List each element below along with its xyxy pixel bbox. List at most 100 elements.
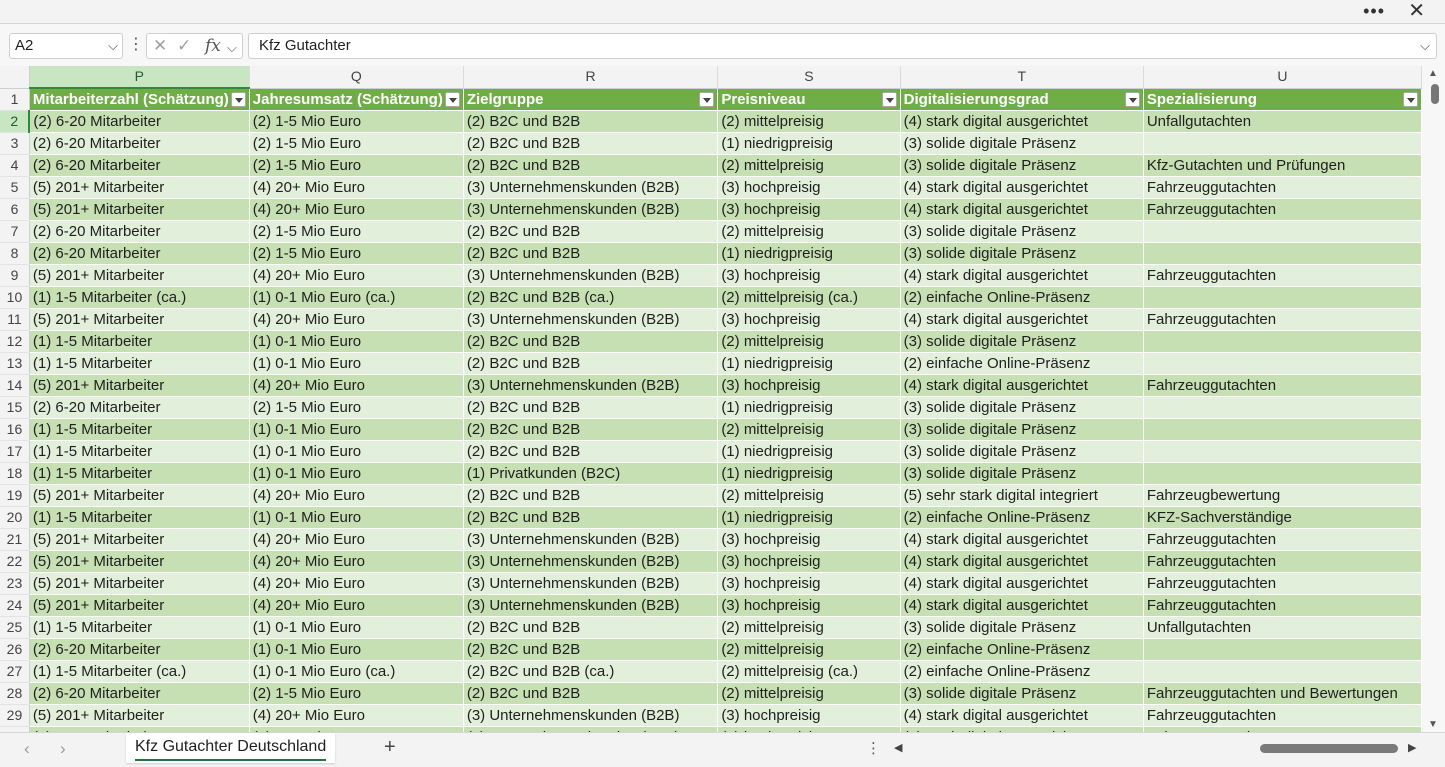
table-cell[interactable]: (2) einfache Online-Präsenz <box>900 506 1144 529</box>
table-cell[interactable]: (1) 1-5 Mitarbeiter <box>29 440 250 463</box>
table-cell[interactable]: (3) hochpreisig <box>717 572 901 595</box>
vertical-scrollbar[interactable]: ▲ ▼ <box>1422 66 1445 732</box>
table-cell[interactable]: (4) 20+ Mio Euro <box>249 594 464 617</box>
table-cell[interactable]: (1) 0-1 Mio Euro (ca.) <box>249 660 464 683</box>
table-cell[interactable]: Fahrzeuggutachten <box>1143 594 1422 617</box>
row-header[interactable]: 5 <box>0 176 30 199</box>
table-cell[interactable]: (3) solide digitale Präsenz <box>900 462 1144 485</box>
table-cell[interactable]: (1) 0-1 Mio Euro <box>249 506 464 529</box>
table-cell[interactable]: (4) 20+ Mio Euro <box>249 704 464 727</box>
table-cell[interactable]: (3) Unternehmenskunden (B2B) <box>463 176 719 199</box>
table-cell[interactable]: (1) niedrigpreisig <box>717 396 901 419</box>
table-cell[interactable]: (3) Unternehmenskunden (B2B) <box>463 704 719 727</box>
row-header[interactable]: 18 <box>0 462 30 485</box>
row-header[interactable]: 19 <box>0 484 30 507</box>
table-cell[interactable]: (2) 6-20 Mitarbeiter <box>29 154 250 177</box>
table-cell[interactable]: (2) 6-20 Mitarbeiter <box>29 220 250 243</box>
row-header[interactable]: 16 <box>0 418 30 441</box>
table-cell[interactable]: (5) 201+ Mitarbeiter <box>29 198 250 221</box>
column-header-p[interactable]: P <box>29 66 250 89</box>
table-cell[interactable]: (5) 201+ Mitarbeiter <box>29 264 250 287</box>
table-cell[interactable]: (5) 201+ Mitarbeiter <box>29 374 250 397</box>
header-cell[interactable]: Mitarbeiterzahl (Schätzung) <box>29 88 250 111</box>
table-cell[interactable]: (4) stark digital ausgerichtet <box>900 704 1144 727</box>
table-cell[interactable]: (5) 201+ Mitarbeiter <box>29 484 250 507</box>
table-cell[interactable]: (2) einfache Online-Präsenz <box>900 286 1144 309</box>
table-cell[interactable]: (1) Privatkunden (B2C) <box>463 462 719 485</box>
row-header[interactable]: 13 <box>0 352 30 375</box>
table-cell[interactable]: (3) hochpreisig <box>717 550 901 573</box>
table-cell[interactable]: Unfallgutachten <box>1143 110 1422 133</box>
table-cell[interactable]: (4) 20+ Mio Euro <box>249 550 464 573</box>
cell-grid[interactable]: PQRSTU 1 Mitarbeiterzahl (Schätzung) Jahr… <box>0 66 1422 732</box>
header-cell[interactable]: Preisniveau <box>717 88 901 111</box>
table-cell[interactable]: (2) 6-20 Mitarbeiter <box>29 682 250 705</box>
table-cell[interactable]: (5) 201+ Mitarbeiter <box>29 550 250 573</box>
row-header[interactable]: 17 <box>0 440 30 463</box>
table-cell[interactable]: (2) 6-20 Mitarbeiter <box>29 132 250 155</box>
table-cell[interactable]: (2) einfache Online-Präsenz <box>900 638 1144 661</box>
check-icon[interactable]: ✓ <box>177 35 191 57</box>
table-cell[interactable]: (2) 1-5 Mio Euro <box>249 132 464 155</box>
table-cell[interactable]: (2) mittelpreisig <box>717 484 901 507</box>
row-header[interactable]: 24 <box>0 594 30 617</box>
table-cell[interactable]: (1) 0-1 Mio Euro (ca.) <box>249 286 464 309</box>
row-header[interactable]: 1 <box>0 88 30 111</box>
table-cell[interactable]: (1) 1-5 Mitarbeiter <box>29 616 250 639</box>
table-cell[interactable]: (4) stark digital ausgerichtet <box>900 264 1144 287</box>
scroll-left-icon[interactable]: ◀ <box>894 741 902 754</box>
table-cell[interactable]: Fahrzeuggutachten <box>1143 550 1422 573</box>
table-cell[interactable]: (2) 1-5 Mio Euro <box>249 154 464 177</box>
vertical-dots-icon[interactable]: ⋮ <box>128 34 144 56</box>
table-cell[interactable]: (2) 1-5 Mio Euro <box>249 396 464 419</box>
table-cell[interactable]: (1) niedrigpreisig <box>717 440 901 463</box>
table-cell[interactable]: (1) 0-1 Mio Euro <box>249 638 464 661</box>
table-cell[interactable]: (4) stark digital ausgerichtet <box>900 198 1144 221</box>
table-cell[interactable]: Fahrzeuggutachten <box>1143 572 1422 595</box>
table-cell[interactable]: (3) hochpreisig <box>717 704 901 727</box>
more-options-icon[interactable]: ••• <box>1363 1 1385 21</box>
table-cell[interactable]: (1) 1-5 Mitarbeiter <box>29 352 250 375</box>
table-cell[interactable]: (2) 1-5 Mio Euro <box>249 682 464 705</box>
row-header[interactable]: 4 <box>0 154 30 177</box>
table-cell[interactable]: (5) 201+ Mitarbeiter <box>29 594 250 617</box>
table-cell[interactable]: (1) 0-1 Mio Euro <box>249 352 464 375</box>
table-cell[interactable]: (3) solide digitale Präsenz <box>900 330 1144 353</box>
table-cell[interactable] <box>1143 660 1422 683</box>
row-header[interactable]: 2 <box>0 110 31 133</box>
table-cell[interactable]: (2) mittelpreisig <box>717 682 901 705</box>
table-cell[interactable]: (4) 20+ Mio Euro <box>249 374 464 397</box>
table-cell[interactable]: (3) hochpreisig <box>717 264 901 287</box>
table-cell[interactable]: (3) solide digitale Präsenz <box>900 682 1144 705</box>
table-cell[interactable]: (2) B2C und B2B <box>463 616 719 639</box>
table-cell[interactable] <box>1143 396 1422 419</box>
table-cell[interactable]: (5) 201+ Mitarbeiter <box>29 176 250 199</box>
table-cell[interactable]: (2) einfache Online-Präsenz <box>900 352 1144 375</box>
table-cell[interactable]: Fahrzeuggutachten <box>1143 308 1422 331</box>
row-header[interactable]: 14 <box>0 374 30 397</box>
table-cell[interactable]: (3) hochpreisig <box>717 198 901 221</box>
table-cell[interactable]: (2) B2C und B2B <box>463 220 719 243</box>
table-cell[interactable]: (4) stark digital ausgerichtet <box>900 550 1144 573</box>
table-cell[interactable]: (2) B2C und B2B (ca.) <box>463 286 719 309</box>
table-cell[interactable]: (4) 20+ Mio Euro <box>249 176 464 199</box>
table-cell[interactable]: (4) stark digital ausgerichtet <box>900 308 1144 331</box>
name-box[interactable]: A2 ⌵ <box>9 33 123 59</box>
table-cell[interactable]: (2) 6-20 Mitarbeiter <box>29 110 250 133</box>
table-cell[interactable]: (2) B2C und B2B (ca.) <box>463 660 719 683</box>
table-cell[interactable] <box>1143 418 1422 441</box>
row-header[interactable]: 11 <box>0 308 30 331</box>
table-cell[interactable]: (3) hochpreisig <box>717 176 901 199</box>
column-header-t[interactable]: T <box>900 66 1144 89</box>
table-cell[interactable]: (1) 1-5 Mitarbeiter (ca.) <box>29 286 250 309</box>
table-cell[interactable]: (2) B2C und B2B <box>463 418 719 441</box>
scroll-down-icon[interactable]: ▼ <box>1428 719 1438 730</box>
table-cell[interactable]: (5) 201+ Mitarbeiter <box>29 528 250 551</box>
table-cell[interactable]: (3) hochpreisig <box>717 528 901 551</box>
table-cell[interactable]: (2) 1-5 Mio Euro <box>249 242 464 265</box>
cancel-icon[interactable]: ✕ <box>153 35 167 57</box>
horizontal-scroll-thumb[interactable] <box>1260 744 1398 753</box>
table-cell[interactable] <box>1143 220 1422 243</box>
row-header[interactable]: 10 <box>0 286 30 309</box>
table-cell[interactable]: (4) 20+ Mio Euro <box>249 572 464 595</box>
